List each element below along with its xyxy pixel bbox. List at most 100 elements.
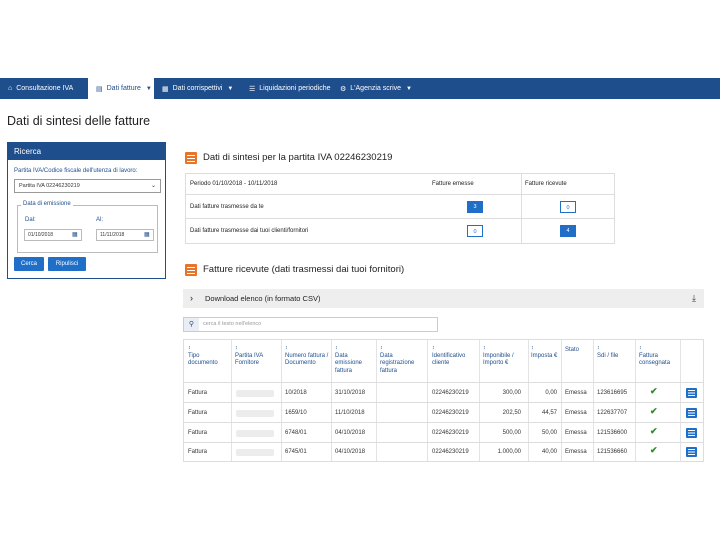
- detail-list-icon[interactable]: [686, 388, 697, 398]
- caret-down-icon: ▼: [406, 85, 412, 92]
- sintesi-table: Periodo 01/10/2018 - 10/11/2018 Fatture …: [185, 173, 615, 244]
- download-bar[interactable]: › Download elenco (in formato CSV) ⤓: [183, 289, 704, 308]
- cell-tipo: Fattura: [188, 390, 208, 396]
- cell-cliente: 02246230219: [432, 390, 469, 396]
- ricerca-panel: Ricerca Partita IVA/Codice fiscale dell'…: [7, 142, 166, 279]
- col-identificativo-cliente[interactable]: ↕ Identificativo cliente: [432, 345, 478, 368]
- download-label: Download elenco (in formato CSV): [205, 294, 321, 303]
- dal-label: Dal:: [25, 217, 36, 223]
- col-partita-iva-fornitore[interactable]: ↕ Partita IVA Fornitore: [235, 345, 279, 368]
- cell-data: 11/10/2018: [335, 410, 365, 416]
- ripulisci-button[interactable]: Ripulisci: [48, 257, 86, 271]
- cell-imposta: 40,00: [541, 449, 557, 455]
- fatture-table: ↕ Tipo documento ↕ Partita IVA Fornitore ↕…: [183, 339, 704, 462]
- al-label: Al:: [96, 217, 104, 223]
- check-icon: ✔: [650, 445, 658, 455]
- list-icon: ☰: [249, 85, 256, 93]
- cell-imposta: 50,00: [541, 430, 557, 436]
- nav-label: Dati corrispettivi: [172, 85, 223, 92]
- row-label: Dati fatture trasmesse dai tuoi clienti/…: [190, 228, 309, 234]
- search-box[interactable]: ⚲ cerca il testo nell'elenco: [183, 317, 438, 332]
- sintesi-title: Dati di sintesi per la partita IVA 02246…: [203, 152, 393, 163]
- detail-list-icon[interactable]: [686, 428, 697, 438]
- nav-label: L'Agenzia scrive: [350, 85, 402, 92]
- top-nav: ⌂ Consultazione IVA ▤ Dati fatture ▼ ▦ D…: [0, 78, 720, 99]
- col-imponibile[interactable]: ↕ Imponibile / Importo €: [483, 345, 527, 368]
- nav-dati-corrispettivi[interactable]: ▦ Dati corrispettivi ▼: [154, 78, 241, 99]
- cell-numero: 6745/01: [285, 449, 307, 455]
- date-legend: Data di emissione: [21, 201, 73, 207]
- table-icon: [185, 152, 197, 164]
- cell-imponibile: 300,00: [502, 390, 521, 396]
- calendar-icon[interactable]: ▦: [144, 230, 151, 240]
- cell-imponibile: 1.000,00: [497, 449, 521, 455]
- al-date-input[interactable]: 11/11/2018 ▦: [96, 229, 154, 241]
- chevron-right-icon: ›: [190, 293, 193, 303]
- search-icon: ⚲: [184, 318, 199, 331]
- row-label: Dati fatture trasmesse da te: [190, 204, 264, 210]
- detail-list-icon[interactable]: [686, 408, 697, 418]
- cell-sdi: 121536660: [597, 449, 628, 455]
- caret-down-icon: ▼: [145, 85, 152, 92]
- caret-down-icon: ▼: [227, 85, 234, 92]
- redacted-partita-iva: [236, 410, 274, 417]
- redacted-partita-iva: [236, 449, 274, 456]
- nav-consultazione-iva[interactable]: ⌂ Consultazione IVA: [0, 78, 88, 99]
- col-imposta[interactable]: ↕ Imposta €: [531, 345, 560, 360]
- col-data-registrazione[interactable]: ↕ Data registrazione fattura: [380, 345, 426, 375]
- ricerca-title: Ricerca: [8, 143, 165, 160]
- sintesi-row: Dati fatture trasmesse dai tuoi clienti/…: [186, 219, 614, 243]
- cell-tipo: Fattura: [188, 430, 208, 436]
- dal-date-input[interactable]: 01/10/2018 ▦: [24, 229, 82, 241]
- home-icon: ⌂: [8, 85, 13, 92]
- count-emesse[interactable]: 0: [467, 225, 483, 237]
- check-icon: ✔: [650, 406, 658, 416]
- check-icon: ✔: [650, 386, 658, 396]
- gear-icon: ⚙: [340, 85, 347, 93]
- cell-stato: Emessa: [565, 390, 587, 396]
- nav-label: Dati fatture: [106, 85, 141, 92]
- cell-numero: 6748/01: [285, 430, 307, 436]
- calendar-icon[interactable]: ▦: [72, 230, 79, 240]
- count-ricevute[interactable]: 4: [560, 225, 576, 237]
- cell-cliente: 02246230219: [432, 430, 469, 436]
- count-emesse[interactable]: 3: [467, 201, 483, 213]
- cell-sdi: 121536600: [597, 430, 628, 436]
- document-icon: ▤: [96, 85, 103, 93]
- select-value: Partita IVA 02246230219: [19, 183, 80, 189]
- nav-liquidazioni-periodiche[interactable]: ☰ Liquidazioni periodiche: [241, 78, 332, 99]
- col-numero-fattura[interactable]: ↕ Numero fattura / Documento: [285, 345, 329, 368]
- cell-stato: Emessa: [565, 449, 587, 455]
- nav-label: Liquidazioni periodiche: [259, 85, 331, 92]
- cell-cliente: 02246230219: [432, 449, 469, 455]
- col-fattura-consegnata[interactable]: ↕ Fattura consegnata: [639, 345, 679, 368]
- cell-sdi: 122637707: [597, 410, 628, 416]
- grid-icon: ▦: [162, 85, 169, 93]
- cell-data: 04/10/2018: [335, 449, 366, 455]
- nav-dati-fatture[interactable]: ▤ Dati fatture ▼: [88, 78, 154, 99]
- col-tipo-documento[interactable]: ↕ Tipo documento: [188, 345, 230, 368]
- check-icon: ✔: [650, 426, 658, 436]
- cell-numero: 10/2018: [285, 390, 307, 396]
- partita-iva-label: Partita IVA/Codice fiscale dell'utenza d…: [14, 168, 138, 174]
- cell-imposta: 0,00: [545, 390, 557, 396]
- cell-sdi: 123616695: [597, 390, 628, 396]
- cell-imposta: 44,57: [541, 410, 557, 416]
- search-input[interactable]: cerca il testo nell'elenco: [203, 321, 261, 327]
- nav-agenzia-scrive[interactable]: ⚙ L'Agenzia scrive ▼: [332, 78, 422, 99]
- cell-cliente: 02246230219: [432, 410, 469, 416]
- cerca-button[interactable]: Cerca: [14, 257, 44, 271]
- periodo-text: Periodo 01/10/2018 - 10/11/2018: [190, 181, 278, 187]
- download-icon[interactable]: ⤓: [692, 293, 696, 304]
- redacted-partita-iva: [236, 390, 274, 397]
- chevron-down-icon: ⌄: [150, 183, 156, 189]
- col-sdi-file[interactable]: ↕ Sdi / file: [597, 345, 634, 360]
- cell-data: 31/10/2018: [335, 390, 366, 396]
- col-data-emissione[interactable]: ↕ Data emissione fattura: [335, 345, 375, 375]
- partita-iva-select[interactable]: Partita IVA 02246230219 ⌄: [14, 179, 161, 193]
- cell-imponibile: 202,50: [502, 410, 521, 416]
- detail-list-icon[interactable]: [686, 447, 697, 457]
- col-stato[interactable]: Stato: [565, 347, 592, 355]
- count-ricevute[interactable]: 0: [560, 201, 576, 213]
- cell-stato: Emessa: [565, 430, 587, 436]
